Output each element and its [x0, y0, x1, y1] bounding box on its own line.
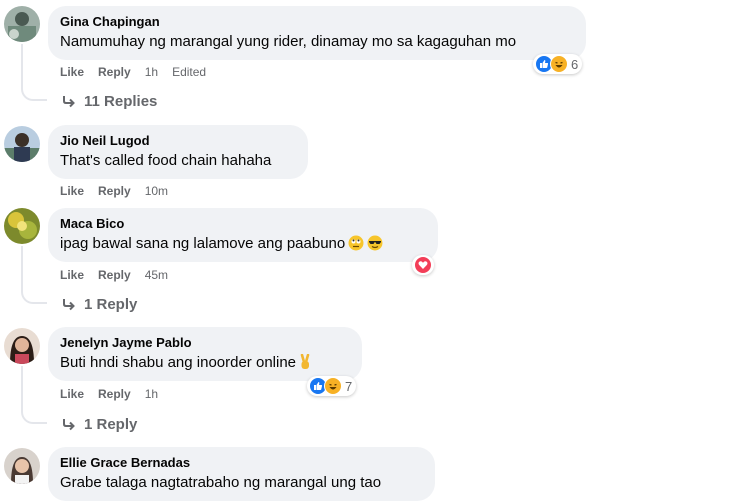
avatar[interactable]: [4, 126, 40, 162]
comment-actions: Like Reply 45m: [60, 268, 168, 282]
reaction-summary[interactable]: 6: [533, 54, 583, 74]
love-reaction-icon: [414, 256, 432, 274]
author-name[interactable]: Maca Bico: [60, 216, 426, 232]
avatar[interactable]: [4, 208, 40, 244]
comment-actions: Like Reply 1h Edited: [60, 65, 206, 79]
comment-text: ipag bawal sana ng lalamove ang paabuno: [60, 234, 426, 257]
sunglasses-emoji: [367, 235, 383, 257]
reply-button[interactable]: Reply: [98, 268, 131, 282]
thread-connector: [21, 292, 47, 304]
thread-line: [21, 246, 23, 292]
thread-connector: [21, 412, 47, 424]
replies-label: 1 Reply: [84, 416, 138, 433]
view-replies-button[interactable]: 11 Replies: [62, 93, 157, 110]
author-name[interactable]: Ellie Grace Bernadas: [60, 455, 423, 471]
like-button[interactable]: Like: [60, 268, 84, 282]
haha-reaction-icon: [550, 55, 568, 73]
view-replies-button[interactable]: 1 Reply: [62, 296, 137, 313]
reply-arrow-icon: [63, 298, 75, 310]
avatar[interactable]: [4, 6, 40, 42]
thread-line: [21, 44, 23, 89]
timestamp[interactable]: 1h: [145, 65, 158, 79]
reaction-summary[interactable]: 7: [307, 376, 357, 396]
timestamp[interactable]: 10m: [145, 184, 168, 198]
victory-hand-emoji: [299, 353, 311, 376]
replies-label: 1 Reply: [84, 296, 138, 313]
comment-actions: Like Reply 10m: [60, 184, 168, 198]
reply-arrow-icon: [63, 418, 75, 430]
author-name[interactable]: Jio Neil Lugod: [60, 133, 296, 149]
reaction-count: 6: [571, 56, 579, 72]
comment-text: Namumuhay ng marangal yung rider, dinama…: [60, 33, 517, 50]
like-button[interactable]: Like: [60, 65, 84, 79]
thread-line: [21, 366, 23, 412]
reaction-count: 7: [345, 378, 353, 394]
like-button[interactable]: Like: [60, 387, 84, 401]
comment-bubble: Gina Chapingan Namumuhay ng marangal yun…: [48, 6, 586, 60]
comment-bubble: Maca Bico ipag bawal sana ng lalamove an…: [48, 208, 438, 262]
comment-text: Grabe talaga nagtatrabaho ng marangal un…: [60, 474, 382, 491]
view-replies-button[interactable]: 1 Reply: [62, 416, 137, 433]
reply-button[interactable]: Reply: [98, 65, 131, 79]
replies-label: 11 Replies: [84, 93, 158, 110]
rolling-eyes-emoji: [348, 235, 364, 257]
comment-bubble: Ellie Grace Bernadas Grabe talaga nagtat…: [48, 447, 435, 501]
timestamp[interactable]: 1h: [145, 387, 158, 401]
haha-reaction-icon: [324, 377, 342, 395]
timestamp[interactable]: 45m: [145, 268, 168, 282]
reaction-summary[interactable]: [412, 255, 434, 275]
avatar[interactable]: [4, 448, 40, 484]
comment-bubble: Jenelyn Jayme Pablo Buti hndi shabu ang …: [48, 327, 362, 381]
comment-bubble: Jio Neil Lugod That's called food chain …: [48, 125, 308, 179]
edited-label: Edited: [172, 65, 207, 79]
author-name[interactable]: Gina Chapingan: [60, 14, 574, 30]
avatar[interactable]: [4, 328, 40, 364]
comment-text: Buti hndi shabu ang inoorder online: [60, 353, 350, 376]
thread-connector: [21, 89, 47, 101]
comment-text: That's called food chain hahaha: [60, 152, 272, 169]
reply-arrow-icon: [63, 95, 75, 107]
author-name[interactable]: Jenelyn Jayme Pablo: [60, 335, 350, 351]
comment-actions: Like Reply 1h: [60, 387, 158, 401]
like-button[interactable]: Like: [60, 184, 84, 198]
reply-button[interactable]: Reply: [98, 387, 131, 401]
reply-button[interactable]: Reply: [98, 184, 131, 198]
